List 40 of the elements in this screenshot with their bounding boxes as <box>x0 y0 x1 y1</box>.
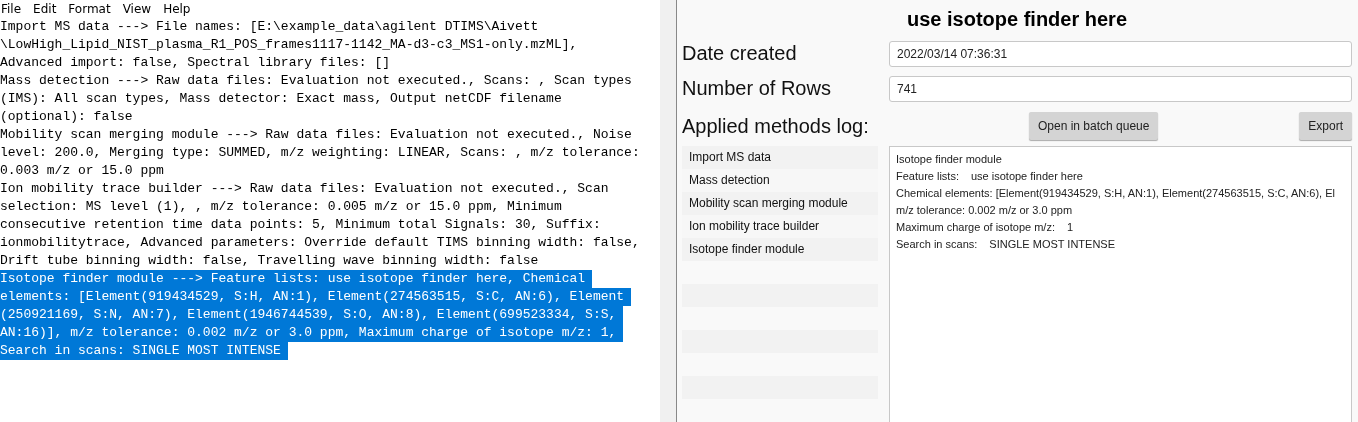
detail-label: Maximum charge of isotope m/z: <box>896 220 1055 235</box>
text-line: Ion mobility trace builder ---> Raw data files: Evaluation not executed., Scan <box>0 180 609 198</box>
batch-queue-button[interactable]: Open in batch queue <box>1029 112 1159 140</box>
method-item[interactable]: Isotope finder module <box>682 238 878 261</box>
text-field[interactable]: 2022/03/14 07:36:31 <box>889 40 1352 67</box>
panel-title: use isotope finder here <box>905 7 1129 32</box>
text-line: (IMS): All scan types, Mass detector: Exact mass, Output netCDF filename <box>0 90 562 108</box>
text-line: 0.003 m/z or 15.0 ppm <box>0 162 164 180</box>
export-button[interactable]: Export <box>1299 112 1352 140</box>
text-line: \LowHigh_Lipid_NIST_plasma_R1_POS_frames1117-1142_MA-d3-c3_MS1-only.mzML], <box>0 36 578 54</box>
text-line: ionmobilitytrace, Advanced parameters: Override default TIMS binning width: false, <box>0 234 640 252</box>
detail-value: 1 <box>1065 220 1074 235</box>
details-header: Isotope finder module <box>896 152 1003 167</box>
text-field[interactable]: 741 <box>889 75 1352 102</box>
detail-label: Feature lists: <box>896 169 959 184</box>
menu-item[interactable]: View <box>116 2 158 16</box>
menu-item[interactable]: File <box>0 2 28 16</box>
detail-value: SINGLE MOST INTENSE <box>988 237 1116 252</box>
text-line: consecutive retention time data points: 5, Minimum total Signals: 30, Suffix: <box>0 216 601 234</box>
menu-item[interactable]: Help <box>157 2 197 16</box>
detail-value: use isotope finder here <box>969 169 1083 184</box>
menu-item[interactable]: Format <box>62 2 117 16</box>
menu-item[interactable]: Edit <box>27 2 63 16</box>
text-line: Import MS data ---> File names: [E:\example_data\agilent DTIMS\Aivett <box>0 18 539 36</box>
detail-label: m/z tolerance: 0.002 m/z or 3.0 ppm <box>896 203 1073 218</box>
text-line: Mass detection ---> Raw data files: Evaluation not executed., Scans: , Scan types <box>0 72 632 90</box>
text-line: (optional): false <box>0 108 133 126</box>
log-label: Applied methods log: <box>682 114 870 138</box>
detail-label: Chemical elements: [Element(919434529, S:H, AN:1), Element(274563515, S:C, AN:6), El <box>896 186 1335 201</box>
method-item[interactable]: Import MS data <box>682 146 878 169</box>
pane-splitter[interactable] <box>660 0 677 422</box>
field-label: Number of Rows <box>682 77 832 100</box>
text-line: Advanced import: false, Spectral library files: [] <box>0 54 391 72</box>
method-item[interactable]: Mobility scan merging module <box>682 192 878 215</box>
text-line: selection: MS level (1), , m/z tolerance: 0.005 m/z or 15.0 ppm, Minimum <box>0 198 562 216</box>
text-line: Mobility scan merging module ---> Raw data files: Evaluation not executed., Noise <box>0 126 632 144</box>
text-line: Drift tube binning width: false, Travelling wave binning width: false <box>0 252 539 270</box>
field-label: Date created <box>682 42 798 65</box>
text-line: level: 200.0, Merging type: SUMMED, m/z weighting: LINEAR, Scans: , m/z tolerance: <box>0 144 640 162</box>
detail-label: Search in scans: <box>896 237 978 252</box>
